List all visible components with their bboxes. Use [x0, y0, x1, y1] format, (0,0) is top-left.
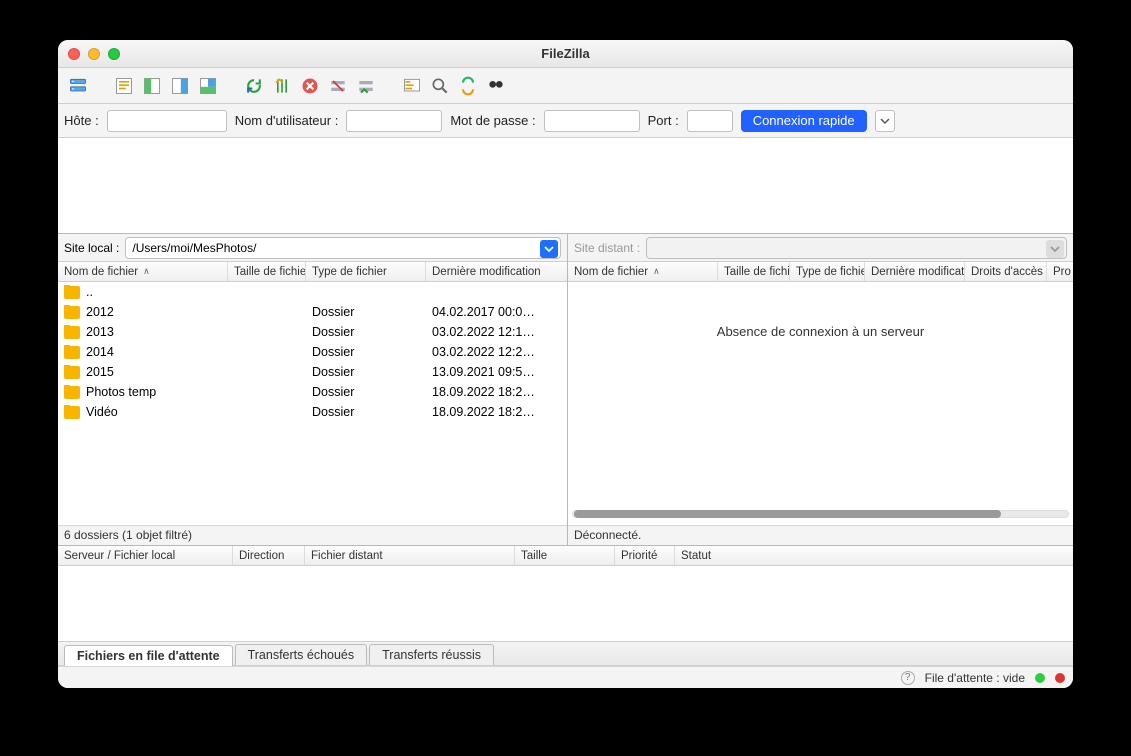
window-title: FileZilla [58, 46, 1073, 61]
process-queue-icon[interactable] [270, 74, 294, 98]
remote-list-header[interactable]: Nom de fichier Taille de fichi Type de f… [568, 262, 1073, 282]
sync-browse-icon[interactable] [456, 74, 480, 98]
folder-icon [64, 346, 80, 359]
bottom-statusbar: ? File d'attente : vide [58, 666, 1073, 688]
host-label: Hôte : [64, 113, 99, 128]
port-input[interactable] [687, 110, 733, 132]
folder-icon [64, 406, 80, 419]
list-item[interactable]: VidéoDossier18.09.2022 18:2… [58, 402, 567, 422]
filter-icon[interactable] [400, 74, 424, 98]
folder-icon [64, 306, 80, 319]
tab-successful[interactable]: Transferts réussis [369, 644, 494, 665]
pass-label: Mot de passe : [450, 113, 535, 128]
toolbar [58, 68, 1073, 104]
col-permissions[interactable]: Droits d'accès [965, 262, 1047, 281]
close-icon[interactable] [68, 48, 80, 60]
compare-icon[interactable] [428, 74, 452, 98]
folder-icon [64, 366, 80, 379]
remote-site-label: Site distant : [574, 241, 640, 255]
local-path-combo[interactable]: /Users/moi/MesPhotos/ [125, 237, 561, 259]
titlebar: FileZilla [58, 40, 1073, 68]
chevron-down-icon [1046, 240, 1064, 258]
col-filename[interactable]: Nom de fichier [568, 262, 718, 281]
local-site-label: Site local : [64, 241, 119, 255]
local-path-value: /Users/moi/MesPhotos/ [132, 241, 256, 255]
quickconnect-bar: Hôte : Nom d'utilisateur : Mot de passe … [58, 104, 1073, 138]
refresh-icon[interactable] [242, 74, 266, 98]
list-item[interactable]: 2015Dossier13.09.2021 09:5… [58, 362, 567, 382]
local-pane: Site local : /Users/moi/MesPhotos/ Nom d… [58, 234, 568, 545]
message-log[interactable] [58, 138, 1073, 234]
user-label: Nom d'utilisateur : [235, 113, 339, 128]
toggle-queue-icon[interactable] [196, 74, 220, 98]
search-remote-icon[interactable] [484, 74, 508, 98]
queue-list[interactable] [58, 566, 1073, 641]
col-size[interactable]: Taille [515, 546, 615, 565]
remote-statusbar: Déconnecté. [568, 525, 1073, 545]
col-type[interactable]: Type de fichier [790, 262, 865, 281]
tab-queued[interactable]: Fichiers en file d'attente [64, 645, 233, 666]
local-list-header[interactable]: Nom de fichier Taille de fichier Type de… [58, 262, 567, 282]
toggle-log-icon[interactable] [112, 74, 136, 98]
list-item[interactable]: Photos tempDossier18.09.2022 18:2… [58, 382, 567, 402]
queue-tabs: Fichiers en file d'attente Transferts éc… [58, 642, 1073, 666]
chevron-down-icon[interactable] [540, 240, 558, 258]
toggle-remote-tree-icon[interactable] [168, 74, 192, 98]
quickconnect-history-dropdown[interactable] [875, 110, 895, 132]
list-item[interactable]: 2014Dossier03.02.2022 12:2… [58, 342, 567, 362]
user-input[interactable] [346, 110, 442, 132]
col-direction[interactable]: Direction [233, 546, 305, 565]
tab-failed[interactable]: Transferts échoués [235, 644, 368, 665]
col-size[interactable]: Taille de fichi [718, 262, 790, 281]
col-owner[interactable]: Pro [1047, 262, 1073, 281]
zoom-icon[interactable] [108, 48, 120, 60]
folder-icon [64, 326, 80, 339]
site-manager-icon[interactable] [66, 74, 90, 98]
remote-path-combo [646, 237, 1067, 259]
list-item[interactable]: 2013Dossier03.02.2022 12:1… [58, 322, 567, 342]
remote-file-list[interactable]: Absence de connexion à un serveur [568, 282, 1073, 525]
col-filename[interactable]: Nom de fichier [58, 262, 228, 281]
folder-icon [64, 286, 80, 299]
cancel-icon[interactable] [298, 74, 322, 98]
reconnect-icon[interactable] [354, 74, 378, 98]
chevron-down-icon [880, 116, 890, 126]
filezilla-window: FileZilla Hôte : Nom d'utilis [58, 40, 1073, 688]
queue-status-text: File d'attente : vide [925, 671, 1025, 685]
status-led-green [1035, 673, 1045, 683]
col-status[interactable]: Statut [675, 546, 1073, 565]
host-input[interactable] [107, 110, 227, 132]
folder-icon [64, 386, 80, 399]
col-server-localfile[interactable]: Serveur / Fichier local [58, 546, 233, 565]
col-modified[interactable]: Dernière modification [426, 262, 567, 281]
list-item[interactable]: 2012Dossier04.02.2017 00:0… [58, 302, 567, 322]
col-type[interactable]: Type de fichier [306, 262, 426, 281]
transfer-queue: Serveur / Fichier local Direction Fichie… [58, 546, 1073, 642]
list-item[interactable]: .. [58, 282, 567, 302]
status-led-red [1055, 673, 1065, 683]
col-modified[interactable]: Dernière modificat [865, 262, 965, 281]
col-remotefile[interactable]: Fichier distant [305, 546, 515, 565]
remote-empty-message: Absence de connexion à un serveur [568, 324, 1073, 339]
col-size[interactable]: Taille de fichier [228, 262, 306, 281]
col-priority[interactable]: Priorité [615, 546, 675, 565]
minimize-icon[interactable] [88, 48, 100, 60]
help-icon[interactable]: ? [901, 671, 915, 685]
horizontal-scrollbar[interactable] [572, 507, 1069, 521]
toggle-local-tree-icon[interactable] [140, 74, 164, 98]
local-file-list[interactable]: ..2012Dossier04.02.2017 00:0…2013Dossier… [58, 282, 567, 525]
local-statusbar: 6 dossiers (1 objet filtré) [58, 525, 567, 545]
disconnect-icon[interactable] [326, 74, 350, 98]
pass-input[interactable] [544, 110, 640, 132]
quickconnect-button[interactable]: Connexion rapide [741, 110, 867, 132]
port-label: Port : [648, 113, 679, 128]
remote-pane: Site distant : Nom de fichier Taille de … [568, 234, 1073, 545]
